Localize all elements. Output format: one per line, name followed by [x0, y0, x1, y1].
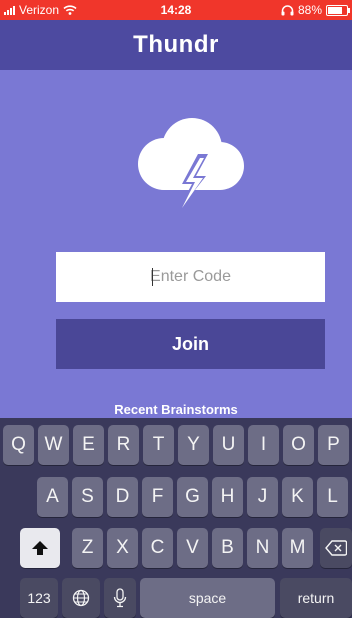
microphone-icon — [113, 588, 127, 608]
key-c[interactable]: C — [142, 528, 173, 568]
headphones-icon — [281, 4, 294, 15]
key-l[interactable]: L — [317, 477, 348, 517]
key-d[interactable]: D — [107, 477, 138, 517]
delete-key[interactable] — [320, 528, 352, 568]
keyboard: Q W E R T Y U I O P A S D F G H J K L Z … — [0, 418, 352, 618]
globe-key[interactable] — [62, 578, 100, 618]
shift-key[interactable] — [20, 528, 60, 568]
backspace-icon — [325, 540, 347, 556]
join-button[interactable]: Join — [56, 319, 325, 369]
numbers-key[interactable]: 123 — [20, 578, 58, 618]
key-b[interactable]: B — [212, 528, 243, 568]
key-t[interactable]: T — [143, 425, 174, 465]
text-caret — [152, 268, 153, 286]
key-f[interactable]: F — [142, 477, 173, 517]
battery-icon — [326, 4, 350, 16]
key-s[interactable]: S — [72, 477, 103, 517]
return-key[interactable]: return — [280, 578, 352, 618]
key-o[interactable]: O — [283, 425, 314, 465]
status-bar: Verizon 14:28 88% — [0, 0, 352, 20]
key-a[interactable]: A — [37, 477, 68, 517]
code-input[interactable] — [56, 252, 325, 302]
nav-bar: Thundr — [0, 20, 352, 70]
key-e[interactable]: E — [73, 425, 104, 465]
key-i[interactable]: I — [248, 425, 279, 465]
space-key[interactable]: space — [140, 578, 275, 618]
dictation-key[interactable] — [104, 578, 136, 618]
key-z[interactable]: Z — [72, 528, 103, 568]
key-q[interactable]: Q — [3, 425, 34, 465]
key-y[interactable]: Y — [178, 425, 209, 465]
key-h[interactable]: H — [212, 477, 243, 517]
key-u[interactable]: U — [213, 425, 244, 465]
key-m[interactable]: M — [282, 528, 313, 568]
key-w[interactable]: W — [38, 425, 69, 465]
key-k[interactable]: K — [282, 477, 313, 517]
globe-icon — [72, 589, 90, 607]
key-x[interactable]: X — [107, 528, 138, 568]
key-j[interactable]: J — [247, 477, 278, 517]
recent-brainstorms-heading: Recent Brainstorms — [114, 402, 238, 417]
app-title: Thundr — [133, 31, 219, 58]
key-g[interactable]: G — [177, 477, 208, 517]
battery-percent: 88% — [297, 3, 322, 17]
key-r[interactable]: R — [108, 425, 139, 465]
key-p[interactable]: P — [318, 425, 349, 465]
cloud-lightning-icon — [138, 118, 244, 214]
key-v[interactable]: V — [177, 528, 208, 568]
status-right: 88% — [281, 3, 350, 17]
shift-icon — [32, 541, 48, 555]
key-n[interactable]: N — [247, 528, 278, 568]
